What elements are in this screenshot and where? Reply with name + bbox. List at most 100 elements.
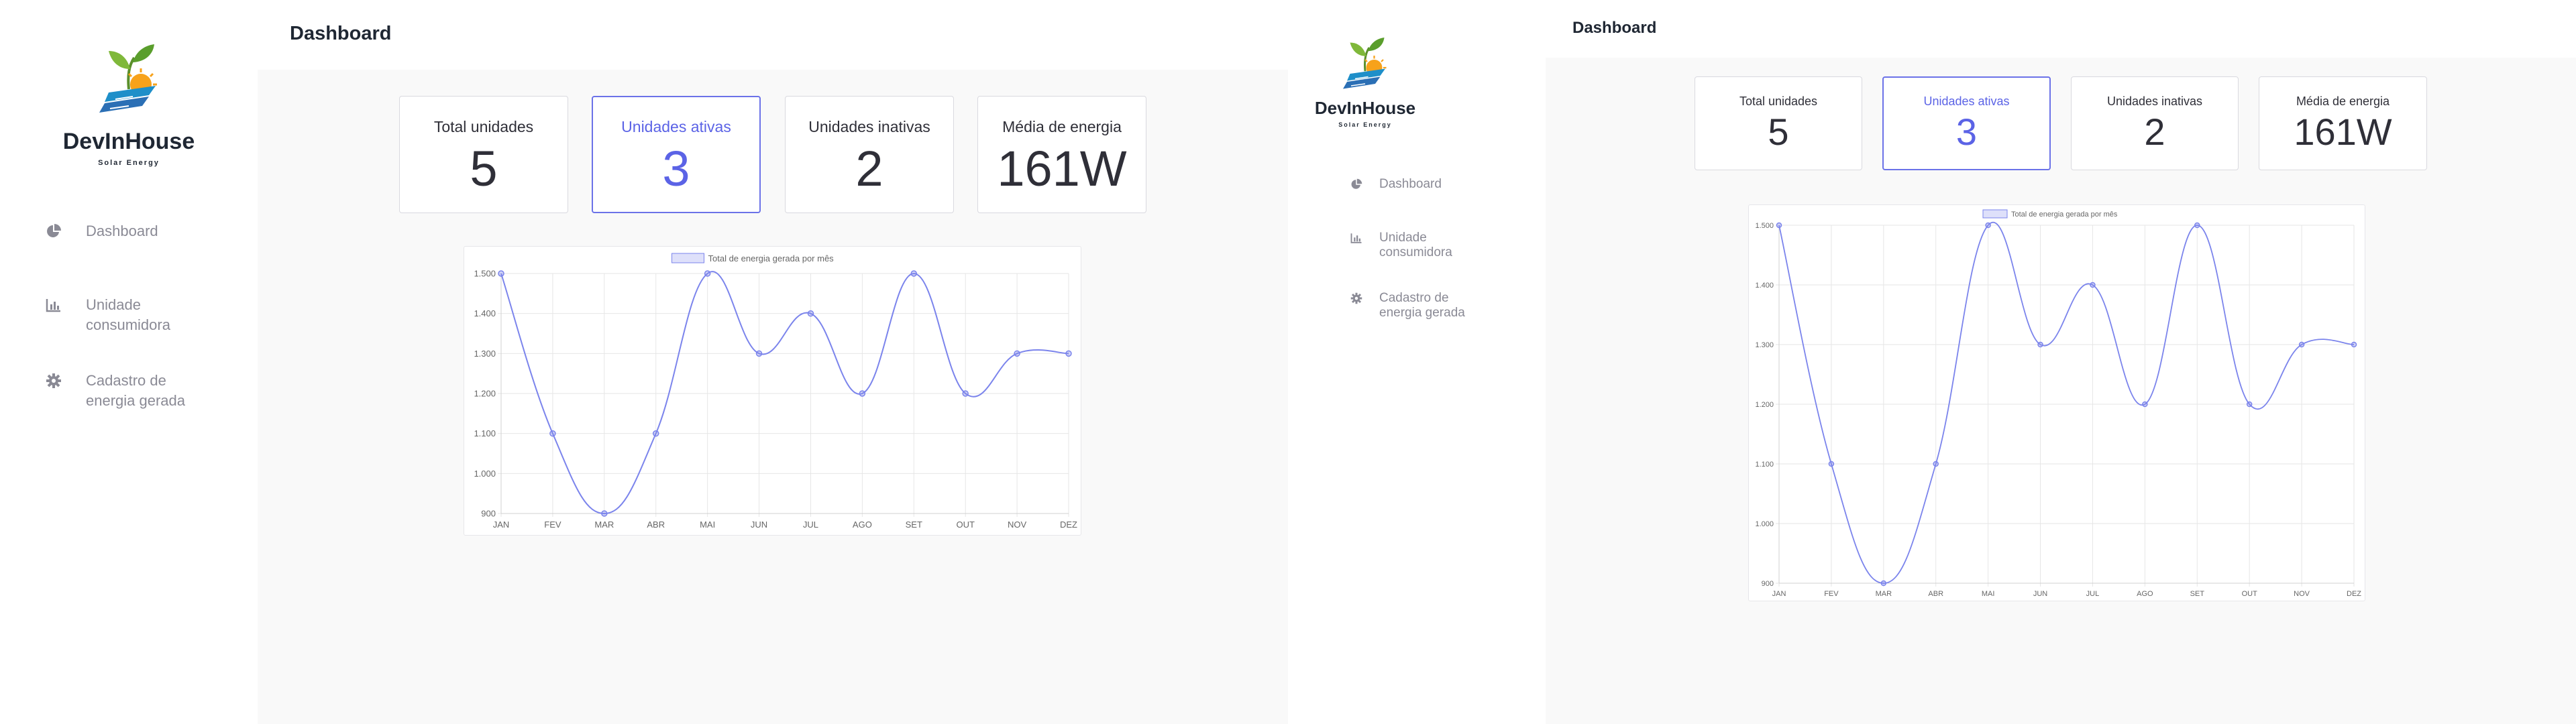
page-header: Dashboard [1546,0,2576,58]
brand-name: DevInHouse [62,129,195,154]
card-value: 161W [997,141,1127,196]
data-point[interactable] [755,350,763,357]
brand-subtitle: Solar Energy [1338,121,1392,128]
app-window-right: DevInHouse Solar Energy Dashboard Unidad… [1288,0,2576,724]
x-tick-label: JUN [751,520,767,530]
x-tick-label: MAI [1982,590,1995,598]
sidebar-item-label: Cadastro de energia gerada [86,372,186,409]
chart-svg: Total de energia gerada por mês 900 1.000 1… [1755,209,2361,598]
y-tick-label: 1.500 [1755,222,1774,230]
data-point[interactable] [601,510,608,517]
card-value: 5 [470,141,498,196]
data-point[interactable] [1776,222,1782,229]
data-point[interactable] [652,430,659,437]
sidebar: DevInHouse Solar Energy Dashboard Unidad… [1288,0,1546,724]
card-unidades-inativas[interactable]: Unidades inativas 2 [2071,76,2239,170]
card-label: Unidades ativas [621,118,731,135]
chart-legend[interactable]: Total de energia gerada por mês [1982,209,2118,219]
x-tick-label: MAI [700,520,715,530]
sidebar-item-label: Dashboard [86,223,158,239]
app-window-left: DevInHouse Solar Energy Dashboard Unidad… [0,0,1288,724]
x-tick-label: NOV [2294,590,2310,598]
data-point[interactable] [2090,282,2096,288]
data-point[interactable] [1014,350,1020,357]
gear-icon [1348,291,1364,306]
y-tick-label: 900 [1762,580,1774,588]
x-tick-label: JAN [1772,590,1786,598]
data-point[interactable] [2246,401,2253,408]
card-total-unidades[interactable]: Total unidades 5 [1695,76,1862,170]
card-unidades-inativas[interactable]: Unidades inativas 2 [785,96,954,213]
data-point[interactable] [498,270,504,277]
card-value: 3 [1955,111,1978,153]
x-tick-label: FEV [1824,590,1839,598]
card-label: Média de energia [1002,118,1122,135]
data-point[interactable] [549,430,556,437]
x-tick-label: SET [2190,590,2205,598]
sidebar-item-unidade-consumidora[interactable]: Unidade consumidora [1348,231,1483,291]
sidebar-item-dashboard[interactable]: Dashboard [40,221,241,295]
x-tick-label: MAR [1876,590,1892,598]
card-total-unidades[interactable]: Total unidades 5 [399,96,568,213]
main-content: Dashboard Total unidades 5 Unidades ativ… [258,0,1288,724]
card-label: Total unidades [433,118,534,135]
brand-subtitle: Solar Energy [98,159,160,167]
data-point[interactable] [1985,222,1991,229]
sidebar-item-unidade-consumidora[interactable]: Unidade consumidora [40,295,241,371]
sidebar-item-cadastro-energia[interactable]: Cadastro de energia gerada [40,371,241,444]
card-label: Unidades ativas [1923,95,2010,108]
y-tick-label: 1.300 [474,349,496,359]
y-tick-label: 1.300 [1755,341,1774,349]
data-point[interactable] [2142,401,2148,408]
pie-chart-icon [1348,177,1364,192]
legend-label: Total de energia gerada por mês [708,253,835,263]
sidebar-item-dashboard[interactable]: Dashboard [1348,177,1483,231]
data-point[interactable] [2194,222,2200,229]
data-point[interactable] [2351,341,2357,348]
legend-label: Total de energia gerada por mês [2011,210,2118,219]
legend-swatch [1982,209,2008,219]
main-content: Dashboard Total unidades 5 Unidades ativ… [1546,0,2576,724]
series-line [500,271,1069,515]
x-tick-label: JUL [803,520,818,530]
sidebar-item-label: Cadastro de energia gerada [1379,291,1465,320]
brand-logo: DevInHouse Solar Energy [1288,34,1442,128]
brand-name: DevInHouse [1314,98,1416,118]
x-tick-label: JUL [2086,590,2100,598]
card-media-energia[interactable]: Média de energia 161W [2259,76,2427,170]
data-point[interactable] [859,390,866,397]
page-header: Dashboard [258,0,1288,70]
x-tick-label: FEV [544,520,561,530]
x-tick-label: ABR [1928,590,1943,598]
data-point[interactable] [962,390,969,397]
data-point[interactable] [2298,341,2305,348]
y-tick-label: 1.200 [474,389,496,399]
sidebar-item-label: Dashboard [1379,177,1442,191]
data-point[interactable] [1065,350,1072,357]
data-point[interactable] [807,310,814,317]
x-tick-label: OUT [2242,590,2258,598]
x-tick-label: JAN [493,520,510,530]
card-unidades-ativas[interactable]: Unidades ativas 3 [592,96,761,213]
data-point[interactable] [2037,341,2043,348]
data-point[interactable] [910,270,918,277]
chart-svg: Total de energia gerada por mês 900 1.000 1… [474,253,1077,530]
data-point[interactable] [1828,461,1835,467]
chart-legend[interactable]: Total de energia gerada por mês [672,253,835,263]
bar-chart-icon [40,295,67,315]
sidebar: DevInHouse Solar Energy Dashboard Unidad… [0,0,258,724]
y-tick-label: 1.100 [1755,461,1774,469]
x-tick-label: MAR [594,520,614,530]
x-tick-label: OUT [956,520,975,530]
card-unidades-ativas[interactable]: Unidades ativas 3 [1882,76,2051,170]
sidebar-item-cadastro-energia[interactable]: Cadastro de energia gerada [1348,291,1483,351]
data-point[interactable] [704,270,711,277]
energy-line-chart: Total de energia gerada por mês 900 1.000 1… [1748,204,2365,601]
energy-line-chart: Total de energia gerada por mês 900 1.000 1… [464,246,1081,536]
data-point[interactable] [1933,461,1939,467]
x-tick-label: AGO [2137,590,2153,598]
card-label: Total unidades [1739,95,1818,108]
data-point[interactable] [1880,580,1887,587]
card-media-energia[interactable]: Média de energia 161W [977,96,1146,213]
pie-chart-icon [40,221,67,241]
